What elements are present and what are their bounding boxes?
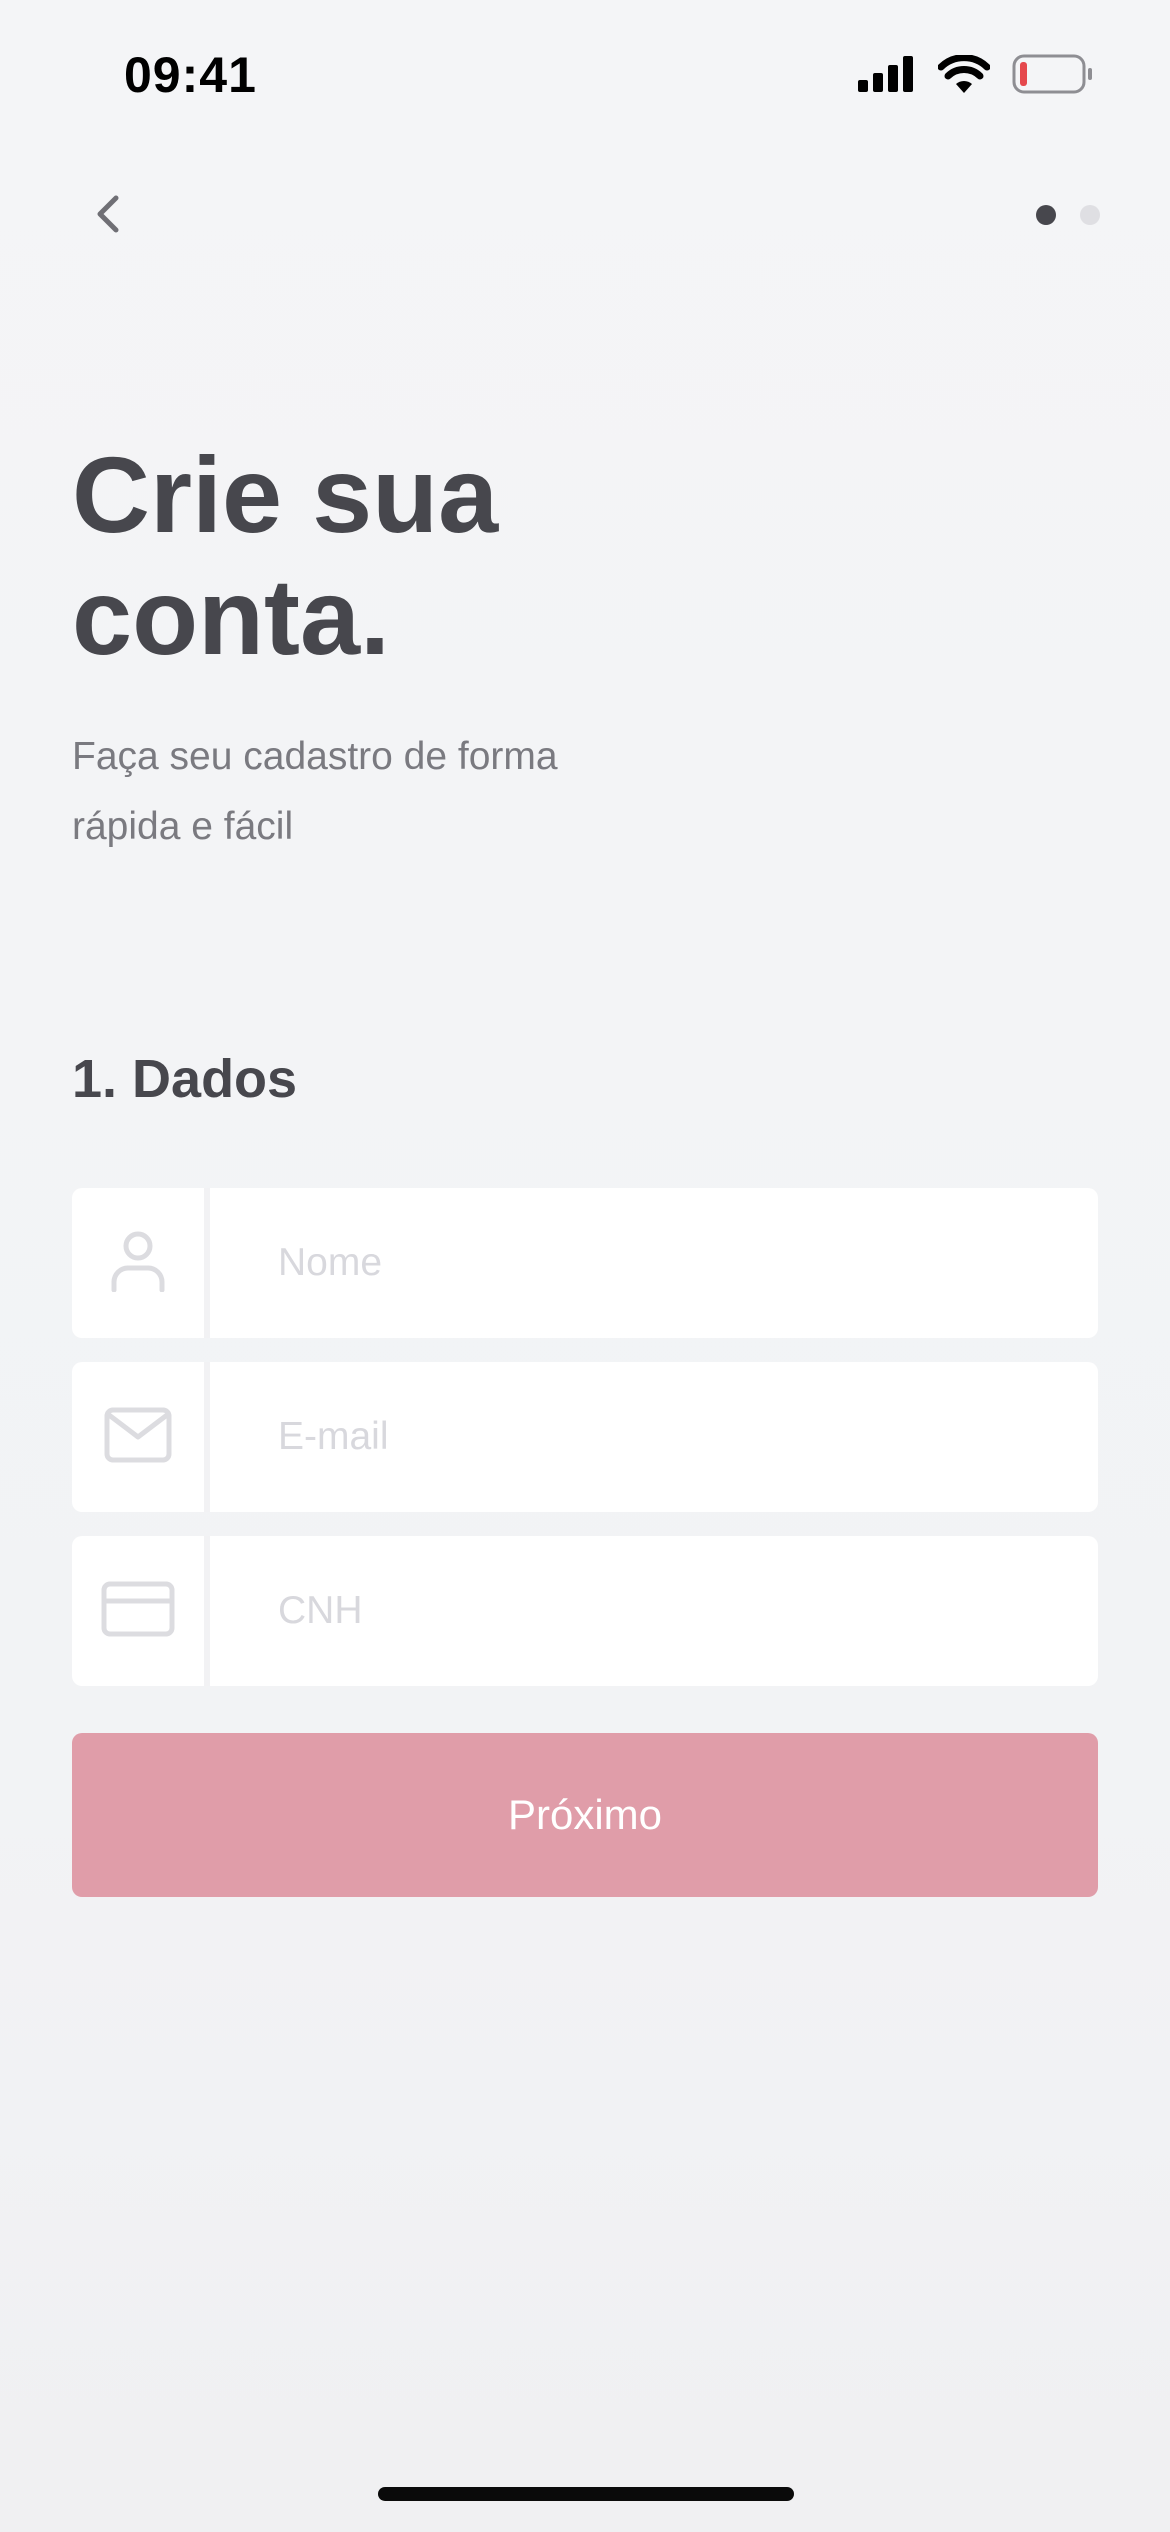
name-field[interactable] — [72, 1188, 1098, 1338]
back-button[interactable] — [80, 185, 136, 247]
cnh-field[interactable] — [72, 1536, 1098, 1686]
card-icon — [101, 1581, 175, 1642]
page-subtitle: Faça seu cadastro de forma rápida e fáci… — [72, 735, 558, 848]
email-field[interactable] — [72, 1362, 1098, 1512]
mail-icon — [104, 1407, 172, 1468]
pagination-dot-active — [1036, 205, 1056, 225]
email-input[interactable] — [210, 1362, 1098, 1512]
section-title: 1. Dados — [72, 1049, 298, 1109]
battery-icon — [1012, 54, 1092, 99]
signup-screen: 09:41 Crie sua conta. Faça seu cadastro … — [0, 0, 1170, 2532]
home-indicator — [378, 2487, 794, 2501]
status-time: 09:41 — [124, 47, 257, 103]
pagination-dot — [1080, 205, 1100, 225]
pagination-dots — [1036, 205, 1100, 225]
wifi-icon — [937, 54, 991, 98]
signal-icon — [858, 56, 916, 97]
status-icons — [858, 54, 1092, 99]
user-icon — [108, 1230, 168, 1297]
cnh-input[interactable] — [210, 1536, 1098, 1686]
chevron-left-icon — [94, 194, 122, 239]
page-title: Crie sua conta. — [72, 434, 499, 677]
next-button[interactable]: Próximo — [72, 1733, 1098, 1897]
name-input[interactable] — [210, 1188, 1098, 1338]
